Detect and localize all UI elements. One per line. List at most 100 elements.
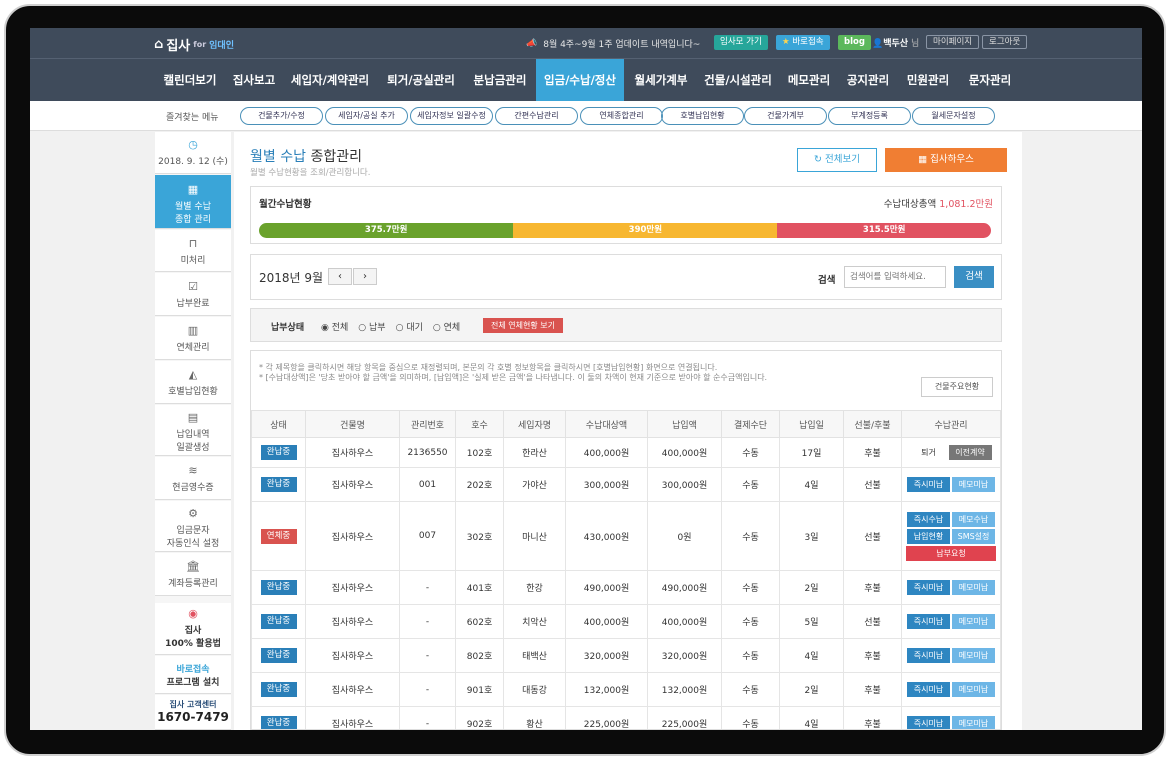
view-all-button[interactable]: ↻ 전체보기 (797, 148, 877, 172)
sidebar-item-monthly[interactable]: ▦ 월별 수납 종합 관리 (155, 175, 231, 229)
prev-month-icon[interactable]: ‹ (328, 268, 352, 285)
sidebar-item-paid[interactable]: ☑ 납부완료 (155, 273, 231, 316)
nav-vacancy[interactable]: 퇴거/공실관리 (382, 59, 460, 102)
nav-payment[interactable]: 입금/수납/정산 (536, 59, 624, 102)
action-button[interactable]: 메모미납 (952, 716, 995, 729)
cell-unit: 102호 (455, 437, 504, 468)
fav-sms-setting[interactable]: 월세문자설정 (912, 107, 995, 125)
action-button[interactable]: 즉시미납 (907, 614, 950, 629)
nav-building[interactable]: 건물/시설관리 (698, 59, 778, 102)
fav-unit-status[interactable]: 호별납입현황 (661, 107, 744, 125)
logo-text: 집사 (166, 39, 191, 54)
action-button[interactable]: 메모미납 (952, 580, 995, 595)
search-button[interactable]: 검색 (954, 266, 994, 288)
column-header[interactable]: 호수 (455, 410, 504, 438)
filter-paid[interactable]: ○ 납부 (358, 320, 385, 333)
community-button[interactable]: 임사모 가기 (714, 35, 768, 50)
nav-installment[interactable]: 분납금관리 (466, 59, 534, 102)
table-row[interactable]: 연체중 집사하우스 007 302호 마니산 430,000원 0원 수동 3일 선불 즉시수납 메모… (251, 501, 1001, 571)
action-button[interactable]: 즉시미납 (907, 580, 950, 595)
nav-calendar[interactable]: 캘린더보기 (158, 59, 222, 102)
action-button[interactable]: SMS설정 (952, 528, 995, 544)
logout-button[interactable]: 로그아웃 (982, 35, 1028, 49)
column-header[interactable]: 납입일 (779, 410, 844, 438)
blog-button[interactable]: blog (838, 35, 871, 50)
column-header[interactable]: 세입자명 (503, 410, 566, 438)
column-header[interactable]: 선불/후불 (843, 410, 902, 438)
filter-wait[interactable]: ○ 대기 (396, 320, 423, 333)
sidebar-date-text: 2018. 9. 12 (수) (158, 157, 228, 167)
fav-tenant-add[interactable]: 세입자/공실 추가 (325, 107, 408, 125)
home-icon: ⌂ (154, 37, 164, 52)
column-header[interactable]: 건물명 (305, 410, 400, 438)
fav-building-edit[interactable]: 건물추가/수정 (240, 107, 323, 125)
house-button[interactable]: ▦ 집사하우스 (885, 148, 1007, 172)
sidebar-item-overdue[interactable]: ▥ 연체관리 (155, 317, 231, 360)
sidebar-item-bulk[interactable]: ▤ 납입내역 일괄생성 (155, 405, 231, 456)
action-button[interactable]: 즉시미납 (907, 682, 950, 697)
next-month-icon[interactable]: › (353, 268, 377, 285)
cell-paid: 300,000원 (647, 467, 722, 502)
column-header[interactable]: 납입액 (647, 410, 722, 438)
action-button[interactable]: 즉시미납 (907, 716, 950, 729)
building-status-button[interactable]: 건물주요현황 (921, 377, 993, 397)
nav-sms[interactable]: 문자관리 (962, 59, 1018, 102)
sidebar-item-account[interactable]: 🏛 계좌등록관리 (155, 553, 231, 596)
promo-install[interactable]: 바로접속 프로그램 설치 (155, 656, 231, 694)
column-header[interactable]: 상태 (251, 410, 306, 438)
filter-overdue[interactable]: ○ 연체 (433, 320, 460, 333)
column-header[interactable]: 관리번호 (399, 410, 456, 438)
nav-report[interactable]: 집사보고 (228, 59, 280, 102)
quick-connect-button[interactable]: ★ 바로접속 (776, 35, 830, 50)
table-row[interactable]: 완납중 집사하우스 -602호 치악산 400,000원 400,000원 수동 5일 선불 즉시… (251, 604, 1001, 639)
action-button[interactable]: 메모미납 (952, 477, 995, 492)
sidebar-item-pending[interactable]: ⊓ 미처리 (155, 230, 231, 272)
action-button[interactable]: 즉시미납 (907, 648, 950, 663)
column-header[interactable]: 결제수단 (721, 410, 780, 438)
nav-complaint[interactable]: 민원관리 (902, 59, 954, 102)
sidebar-item-unit-status[interactable]: ◭ 호별납입현황 (155, 361, 231, 404)
table-wrap: 상태 건물명 관리번호 호수 세입자명 수납대상액 납입액 결제수단 납입일 선불/후불 수납관리 … (251, 410, 1001, 729)
payment-table-panel: * 각 제목항을 클릭하시면 해당 항목을 중심으로 재정렬되며, 본문의 각 … (250, 350, 1002, 730)
sidebar-item-receipt[interactable]: ≋ 현금영수증 (155, 457, 231, 500)
action-button[interactable]: 메모미납 (952, 614, 995, 629)
update-notice[interactable]: 📣 8월 4주~9월 1주 업데이트 내역입니다~ (526, 37, 700, 51)
action-button[interactable]: 이전계약 (948, 445, 992, 460)
quick-connect-label: 바로접속 (792, 37, 824, 47)
fav-simple-pay[interactable]: 간편수납관리 (495, 107, 578, 125)
fav-subaccount[interactable]: 부계정등록 (828, 107, 911, 125)
filter-all[interactable]: ◉ 전체 (321, 320, 348, 333)
table-row[interactable]: 완납중 집사하우스 -901호 대동강 132,000원 132,000원 수동 2일 후불 즉시… (251, 672, 1001, 707)
fav-ledger[interactable]: 건물가계부 (744, 107, 827, 125)
table-row[interactable]: 완납중 집사하우스 2136550 102호 한라산 400,000원 400,000원 수동… (251, 437, 1001, 468)
action-button[interactable]: 납부요청 (906, 545, 996, 561)
nav-memo[interactable]: 메모관리 (784, 59, 834, 102)
nav-tenant[interactable]: 세입자/계약관리 (286, 59, 374, 102)
search-input[interactable] (844, 266, 946, 288)
table-row[interactable]: 완납중 집사하우스 -401호 한강 490,000원 490,000원 수동 2일 후불 즉시미… (251, 570, 1001, 605)
cell-day: 4일 (779, 706, 844, 729)
action-button[interactable]: 메모미납 (952, 682, 995, 697)
action-button[interactable]: 메모수납 (952, 511, 995, 527)
table-row[interactable]: 완납중 집사하우스 001 202호 가야산 300,000원 300,000원 수동 4일 선불… (251, 467, 1001, 502)
table-row[interactable]: 완납중 집사하우스 -902호 황산 225,000원 225,000원 수동 4일 후불 즉시미… (251, 706, 1001, 729)
fav-tenant-bulk[interactable]: 세입자정보 일괄수정 (410, 107, 493, 125)
promo-guide[interactable]: ◉ 집사 100% 활용법 (155, 603, 231, 655)
fav-overdue[interactable]: 연체종합관리 (580, 107, 663, 125)
sidebar-item-sms-auto[interactable]: ⚙ 입금문자 자동인식 설정 (155, 501, 231, 552)
action-button[interactable]: 퇴거 (911, 445, 947, 460)
table-row[interactable]: 완납중 집사하우스 -802호 태백산 320,000원 320,000원 수동 4일 후불 즉시… (251, 638, 1001, 673)
action-button[interactable]: 메모미납 (952, 648, 995, 663)
total-value: 1,081.2만원 (939, 199, 993, 210)
logo[interactable]: ⌂ 집사 for 임대인 (154, 35, 234, 54)
mypage-button[interactable]: 마이페이지 (926, 35, 980, 49)
action-button[interactable]: 즉시미납 (907, 477, 950, 492)
status-cell: 완납중 (251, 638, 306, 673)
nav-ledger[interactable]: 월세가계부 (628, 59, 694, 102)
overdue-all-button[interactable]: 전체 연체현황 보기 (483, 318, 563, 333)
column-header[interactable]: 수납관리 (901, 410, 1001, 438)
nav-notice[interactable]: 공지관리 (842, 59, 894, 102)
action-button[interactable]: 즉시수납 (907, 511, 950, 527)
action-button[interactable]: 납입현황 (907, 528, 950, 544)
column-header[interactable]: 수납대상액 (565, 410, 648, 438)
